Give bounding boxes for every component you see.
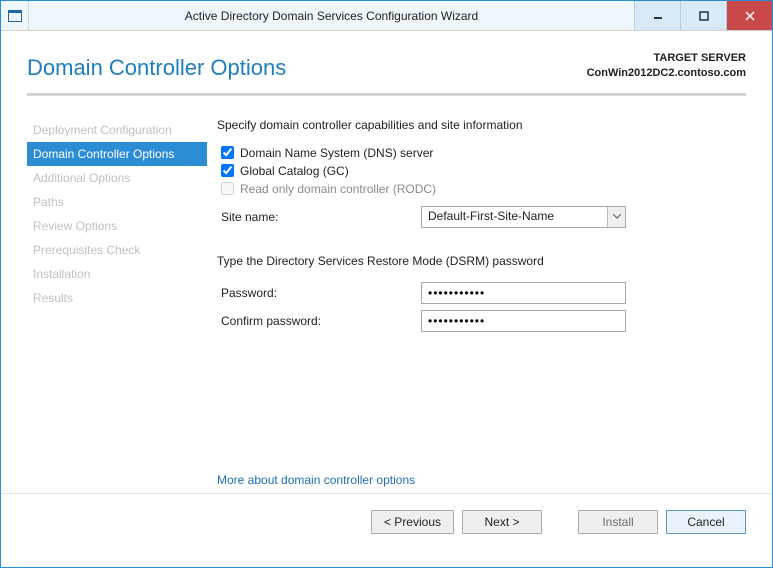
dns-checkbox[interactable] (221, 146, 234, 159)
site-name-value: Default-First-Site-Name (422, 207, 607, 227)
rodc-checkbox-row: Read only domain controller (RODC) (221, 182, 746, 196)
content-pane: Specify domain controller capabilities a… (207, 114, 746, 493)
step-paths: Paths (27, 190, 207, 214)
step-additional-options: Additional Options (27, 166, 207, 190)
step-installation: Installation (27, 262, 207, 286)
next-button[interactable]: Next > (462, 510, 542, 534)
maximize-icon (699, 11, 709, 21)
confirm-password-label: Confirm password: (221, 314, 421, 328)
target-server-name: ConWin2012DC2.contoso.com (587, 66, 746, 81)
capabilities-heading: Specify domain controller capabilities a… (217, 118, 746, 132)
step-deployment-configuration[interactable]: Deployment Configuration (27, 118, 207, 142)
close-icon (745, 11, 755, 21)
gc-checkbox-row: Global Catalog (GC) (221, 164, 746, 178)
page-title: Domain Controller Options (27, 55, 286, 81)
site-name-label: Site name: (221, 210, 421, 224)
wizard-steps: Deployment Configuration Domain Controll… (27, 114, 207, 493)
password-row: Password: (217, 282, 746, 304)
wizard-body: Deployment Configuration Domain Controll… (1, 100, 772, 493)
minimize-button[interactable] (634, 1, 680, 30)
install-button: Install (578, 510, 658, 534)
more-about-link[interactable]: More about domain controller options (217, 473, 415, 487)
step-prerequisites-check: Prerequisites Check (27, 238, 207, 262)
site-name-dropdown-button[interactable] (607, 207, 625, 227)
page-header: Domain Controller Options TARGET SERVER … (1, 31, 772, 93)
window-title: Active Directory Domain Services Configu… (29, 1, 634, 30)
confirm-password-row: Confirm password: (217, 310, 746, 332)
maximize-button[interactable] (680, 1, 726, 30)
titlebar: Active Directory Domain Services Configu… (1, 1, 772, 31)
site-name-row: Site name: Default-First-Site-Name (217, 206, 746, 228)
dsrm-heading: Type the Directory Services Restore Mode… (217, 254, 746, 268)
dns-checkbox-row: Domain Name System (DNS) server (221, 146, 746, 160)
password-label: Password: (221, 286, 421, 300)
rodc-label: Read only domain controller (RODC) (240, 182, 436, 196)
chevron-down-icon (613, 214, 621, 220)
header-divider (27, 93, 746, 96)
wizard-footer: < Previous Next > Install Cancel (1, 493, 772, 551)
confirm-password-field[interactable] (421, 310, 626, 332)
target-server-label: TARGET SERVER (587, 51, 746, 66)
step-domain-controller-options[interactable]: Domain Controller Options (27, 142, 207, 166)
rodc-checkbox (221, 182, 234, 195)
close-button[interactable] (726, 1, 772, 30)
password-field[interactable] (421, 282, 626, 304)
cancel-button[interactable]: Cancel (666, 510, 746, 534)
dns-label[interactable]: Domain Name System (DNS) server (240, 146, 433, 160)
gc-label[interactable]: Global Catalog (GC) (240, 164, 349, 178)
previous-button[interactable]: < Previous (371, 510, 454, 534)
gc-checkbox[interactable] (221, 164, 234, 177)
target-server-block: TARGET SERVER ConWin2012DC2.contoso.com (587, 51, 746, 81)
site-name-combobox[interactable]: Default-First-Site-Name (421, 206, 626, 228)
step-review-options: Review Options (27, 214, 207, 238)
step-results: Results (27, 286, 207, 310)
app-icon (1, 1, 29, 30)
minimize-icon (653, 11, 663, 21)
